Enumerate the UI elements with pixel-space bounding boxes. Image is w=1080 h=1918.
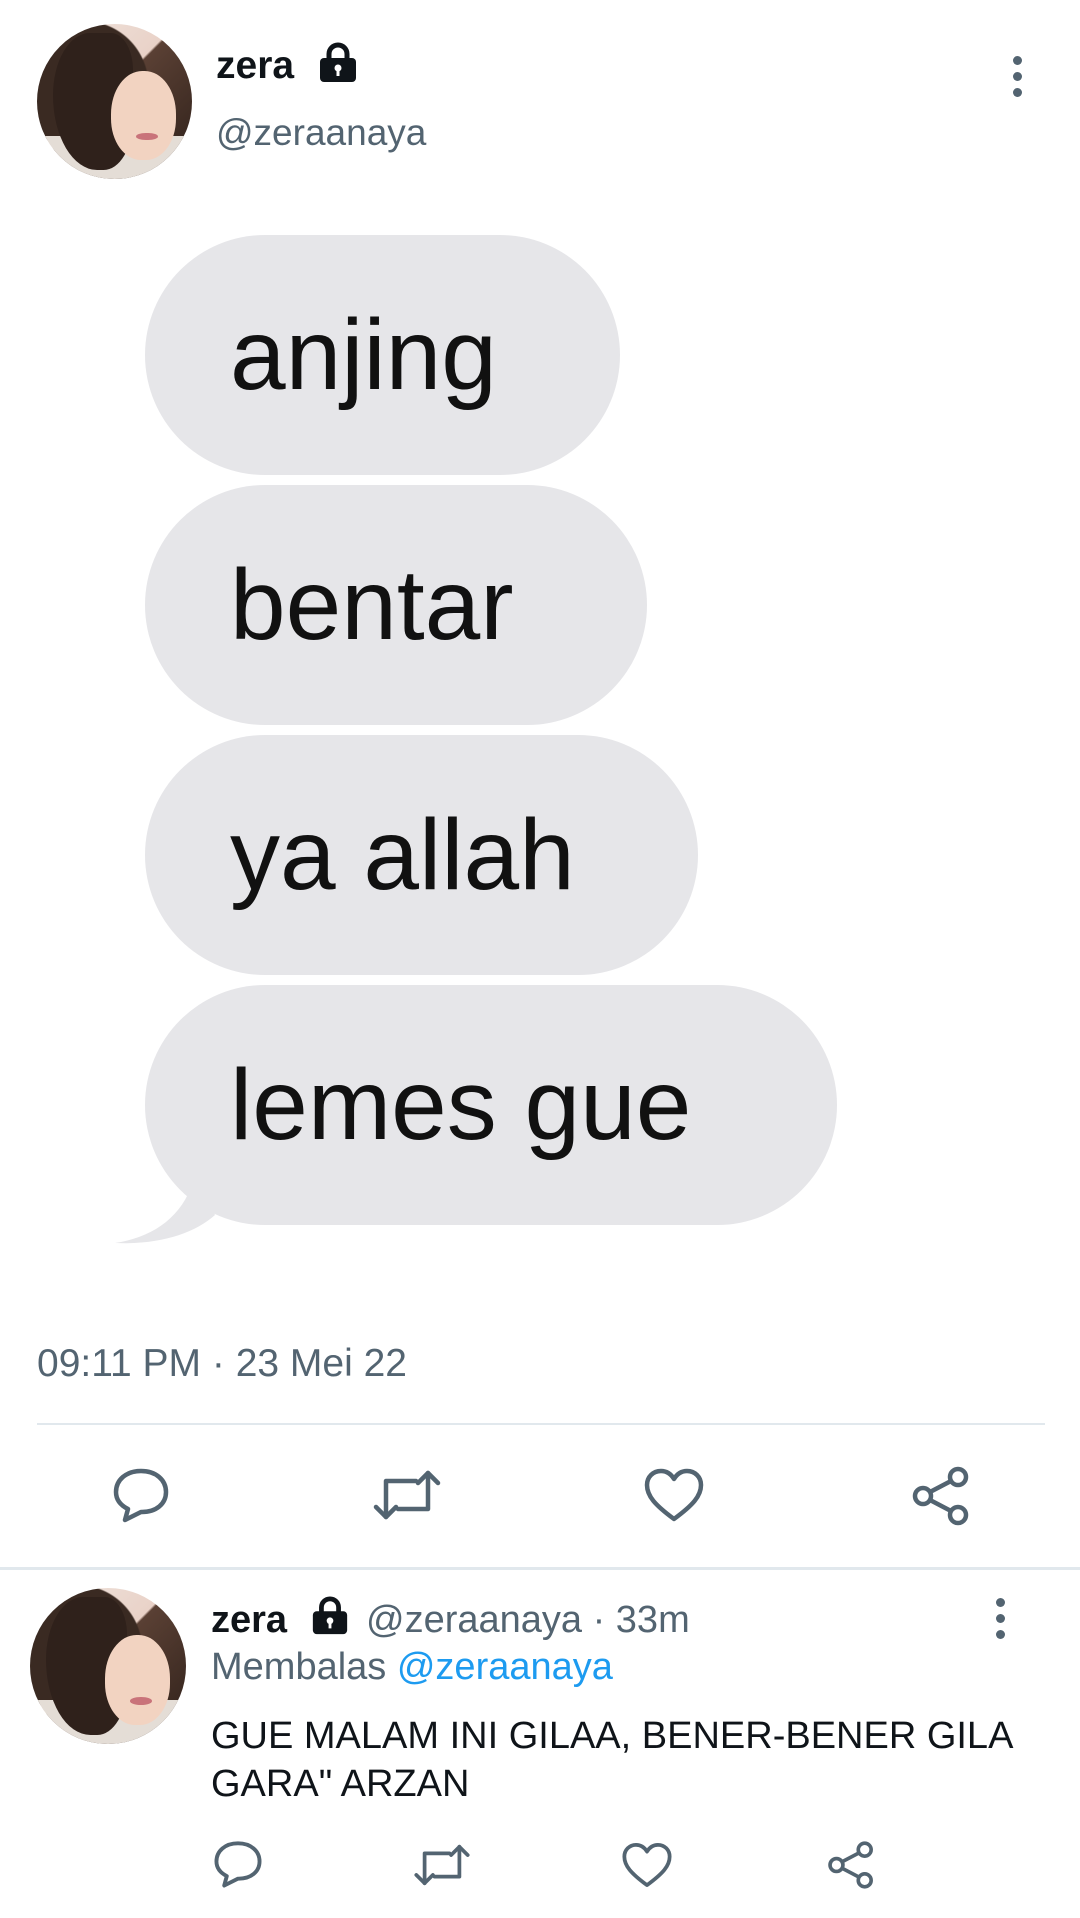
share-button[interactable] xyxy=(824,1838,878,1892)
author-name[interactable]: zera xyxy=(216,44,294,88)
lock-icon xyxy=(320,42,356,82)
mention-link[interactable]: @zeraanaya xyxy=(397,1646,613,1688)
more-vertical-icon[interactable] xyxy=(990,1598,1010,1639)
author-handle[interactable]: @zeraanaya xyxy=(216,112,426,154)
reply-button[interactable] xyxy=(108,1465,174,1525)
chat-bubble: anjing xyxy=(145,235,620,475)
more-vertical-icon[interactable] xyxy=(1007,56,1027,97)
chat-bubble: ya allah xyxy=(145,735,698,975)
share-icon xyxy=(912,1466,969,1526)
author-name[interactable]: zera xyxy=(211,1599,287,1642)
share-button[interactable] xyxy=(908,1465,974,1527)
reply-icon xyxy=(113,1468,169,1523)
reply-meta[interactable]: @zeraanaya · 33m xyxy=(366,1599,690,1642)
section-divider xyxy=(0,1567,1080,1570)
reply-icon xyxy=(214,1841,262,1888)
retweet-icon xyxy=(373,1470,441,1520)
share-icon xyxy=(828,1841,873,1889)
chat-bubble: bentar xyxy=(145,485,647,725)
chat-bubble: lemes gue xyxy=(145,985,837,1225)
reply-text: GUE MALAM INI GILAA, BENER-BENER GILA GA… xyxy=(211,1715,1012,1805)
reply-button[interactable] xyxy=(210,1838,266,1890)
lock-icon xyxy=(312,1596,348,1635)
like-button[interactable] xyxy=(620,1840,674,1890)
heart-icon xyxy=(622,1842,672,1888)
heart-icon xyxy=(644,1468,704,1522)
retweet-icon xyxy=(414,1844,470,1886)
bubble-tail xyxy=(115,1175,215,1244)
tweet-timestamp[interactable]: 09:11 PM · 23 Mei 22 xyxy=(37,1342,407,1386)
like-button[interactable] xyxy=(642,1465,706,1525)
avatar[interactable] xyxy=(37,24,192,179)
divider xyxy=(37,1423,1045,1425)
avatar[interactable] xyxy=(30,1588,186,1744)
replying-to: Membalas @zeraanaya xyxy=(211,1646,613,1689)
tweet-media[interactable]: anjing bentar ya allah lemes gue xyxy=(90,215,1030,1255)
retweet-button[interactable] xyxy=(372,1465,442,1525)
replying-prefix: Membalas xyxy=(211,1646,387,1688)
retweet-button[interactable] xyxy=(412,1840,472,1890)
